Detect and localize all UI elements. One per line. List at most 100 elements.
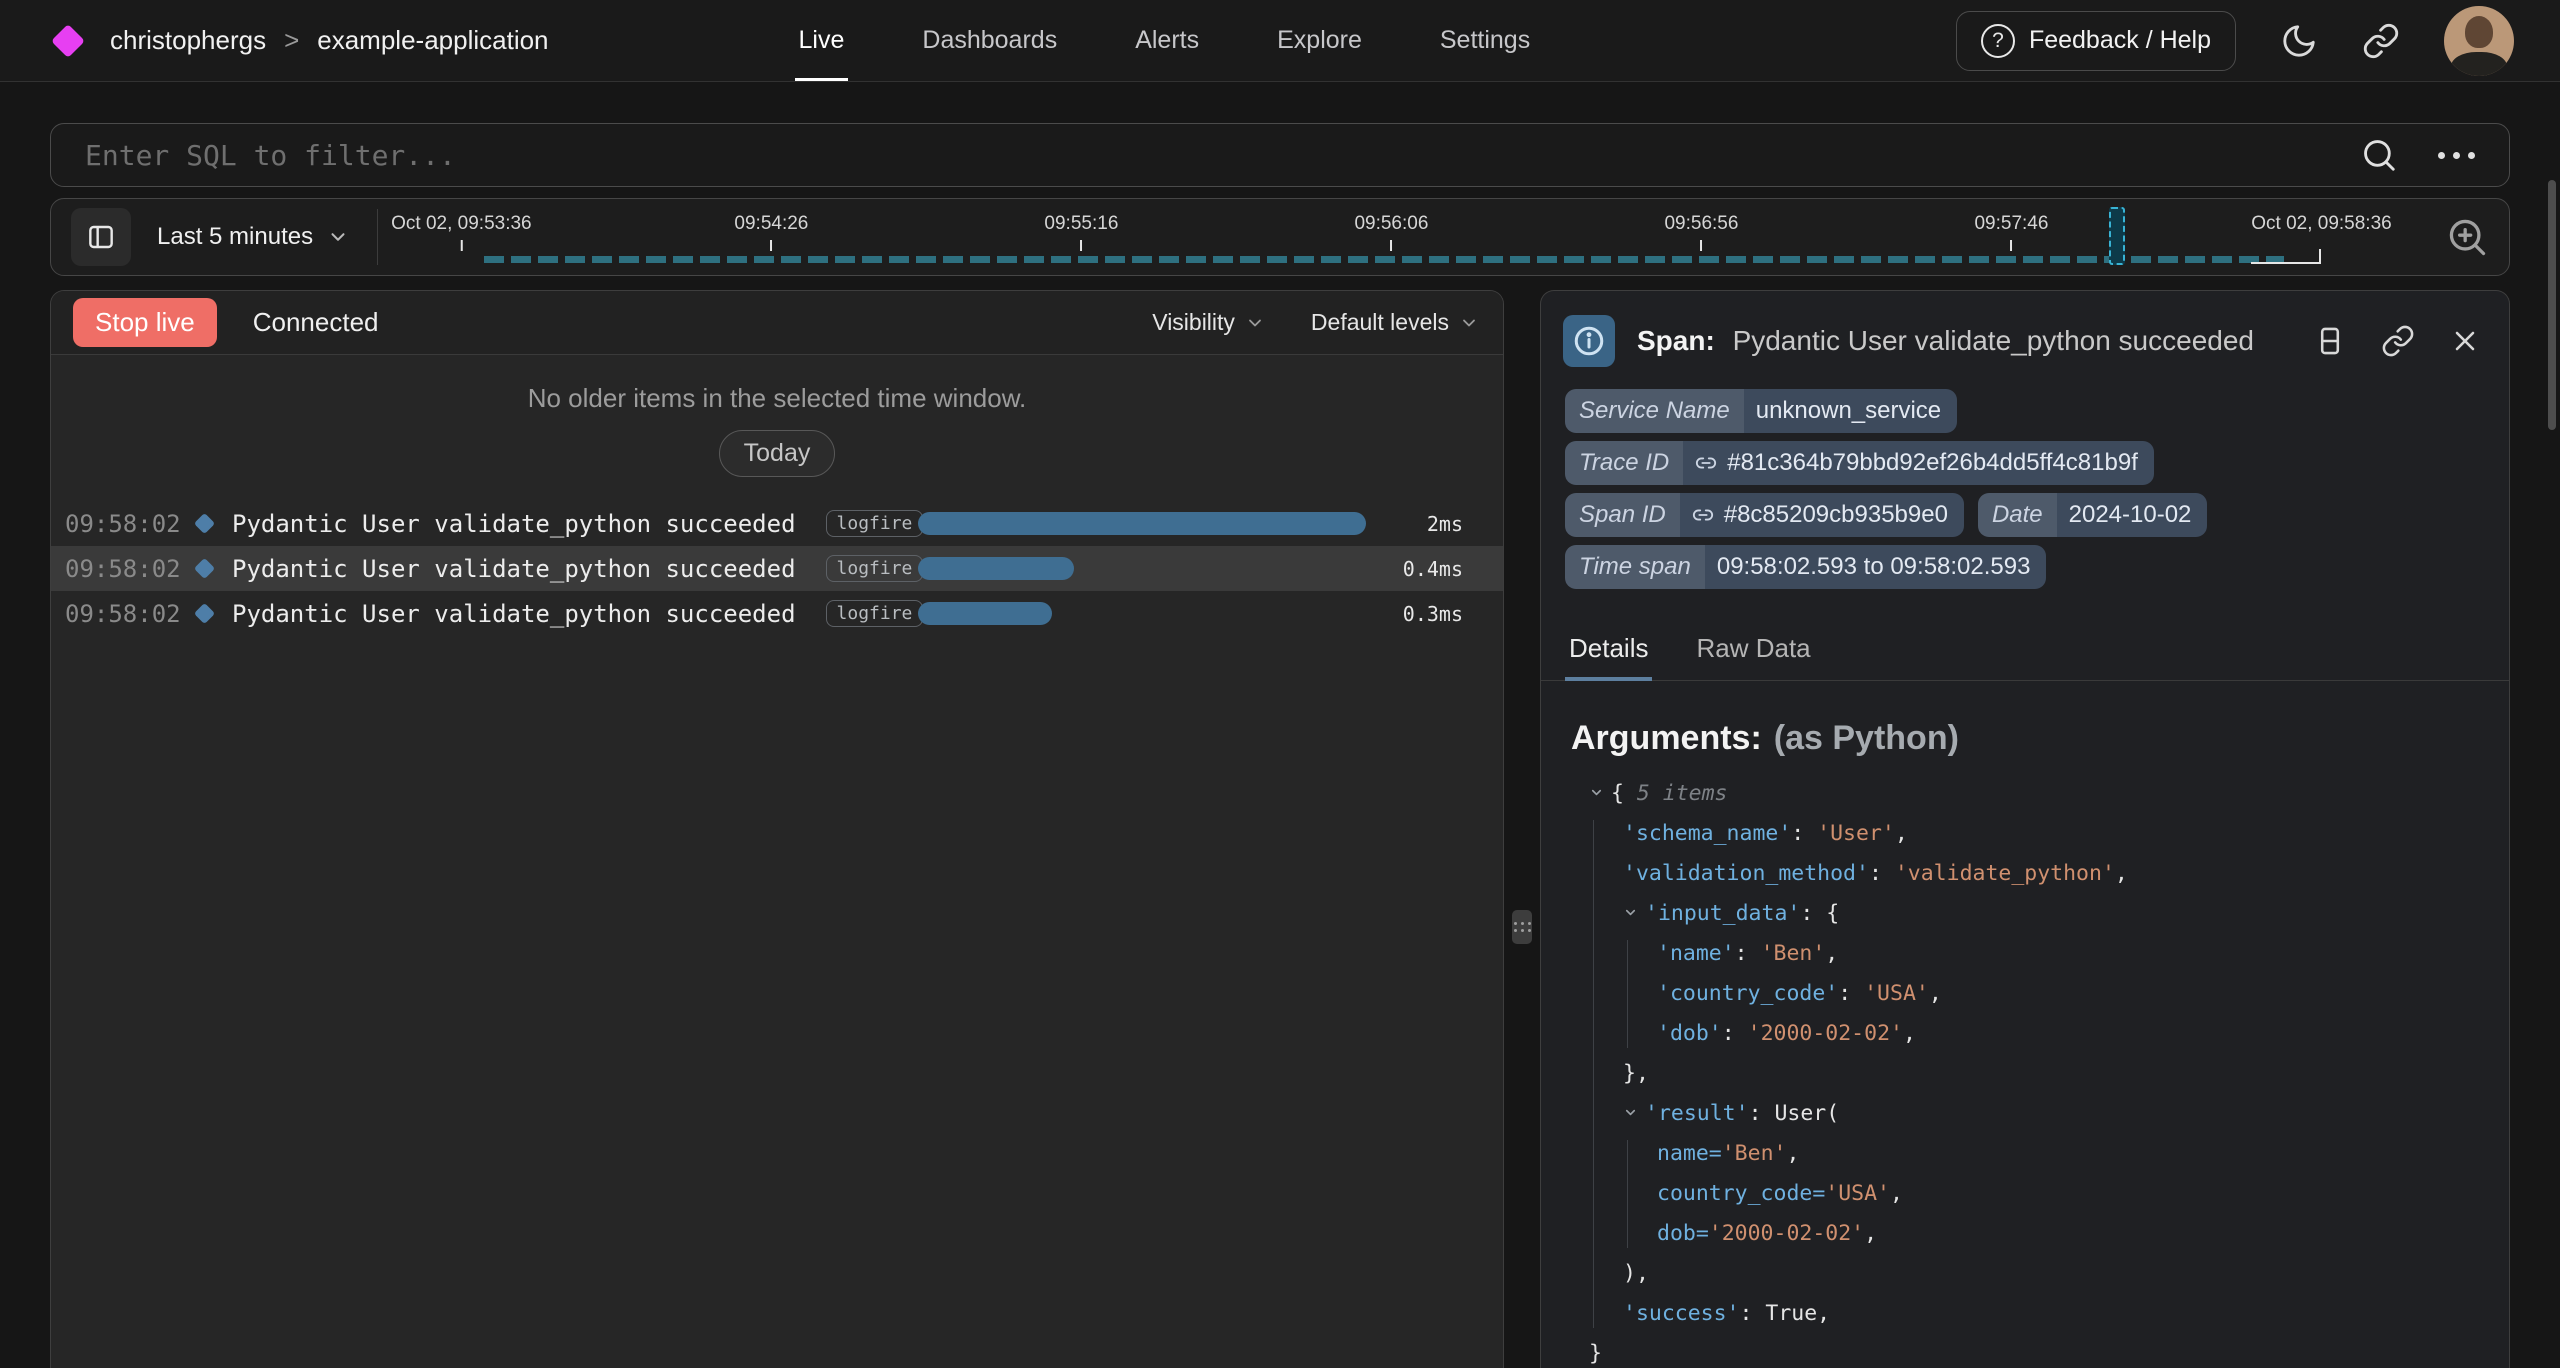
trace-row[interactable]: 09:58:02Pydantic User validate_python su…	[51, 591, 1503, 636]
code-token: country_code=	[1657, 1181, 1825, 1206]
timeline-tick-mark	[1080, 240, 1082, 251]
nav-right-cluster: ? Feedback / Help	[1956, 6, 2514, 76]
breadcrumb-separator: >	[284, 25, 299, 56]
timeline-tick-label: 09:54:26	[734, 213, 808, 235]
live-panel-header: Stop live Connected Visibility Default l…	[51, 291, 1503, 355]
dark-mode-moon-icon[interactable]	[2280, 22, 2318, 60]
badge-label: Trace ID	[1565, 441, 1683, 485]
close-icon[interactable]	[2449, 325, 2481, 357]
code-token: User(	[1774, 1101, 1839, 1126]
split-view-icon[interactable]	[2313, 324, 2347, 358]
detail-tab-raw-data[interactable]: Raw Data	[1692, 623, 1814, 680]
trace-message: Pydantic User validate_python succeeded	[232, 600, 796, 628]
indent-guide	[1627, 1140, 1628, 1248]
panel-resize-grip-icon[interactable]	[1512, 910, 1532, 944]
trace-timestamp: 09:58:02	[65, 510, 195, 538]
code-token: '2000-02-02'	[1709, 1221, 1864, 1246]
code-token: 'User'	[1817, 821, 1895, 846]
logfire-tag[interactable]: logfire	[826, 600, 924, 627]
logfire-tag[interactable]: logfire	[826, 510, 924, 537]
code-line: country_code='USA',	[1571, 1174, 2479, 1214]
code-token: :	[1749, 1101, 1775, 1126]
badge-value: unknown_service	[1744, 389, 1957, 433]
badge-label: Service Name	[1565, 389, 1744, 433]
badge-value-text: unknown_service	[1756, 397, 1941, 425]
code-token: :	[1838, 981, 1864, 1006]
badge-span-id: Span ID#8c85209cb935b9e0	[1565, 493, 1964, 537]
page-scrollbar[interactable]	[2548, 180, 2556, 430]
search-icon[interactable]	[2360, 136, 2398, 174]
timeline-tick-mark	[460, 240, 462, 251]
code-token: ,	[1895, 821, 1908, 846]
code-token: 'USA'	[1864, 981, 1929, 1006]
trace-row[interactable]: 09:58:02Pydantic User validate_python su…	[51, 546, 1503, 591]
timeline-bar: Last 5 minutes Oct 02, 09:53:3609:54:260…	[50, 198, 2510, 276]
detail-tabs: Details Raw Data	[1541, 623, 2509, 681]
default-levels-label: Default levels	[1311, 309, 1449, 336]
timeline-area[interactable]: Oct 02, 09:53:3609:54:2609:55:1609:56:06…	[390, 199, 2427, 275]
breadcrumb-org[interactable]: christophergs	[110, 25, 266, 56]
timeline-tick: Oct 02, 09:58:36	[2251, 213, 2392, 251]
code-token: dob=	[1657, 1221, 1709, 1246]
breadcrumb-project[interactable]: example-application	[317, 25, 548, 56]
user-avatar[interactable]	[2444, 6, 2514, 76]
logfire-logo-icon[interactable]	[51, 24, 85, 58]
trace-row[interactable]: 09:58:02 Pydantic User validate_python su…	[51, 501, 1503, 546]
badge-date: Date2024-10-02	[1978, 493, 2207, 537]
code-line: ),	[1571, 1254, 2479, 1294]
code-token: ),	[1623, 1261, 1649, 1286]
duration-label: 0.3ms	[1403, 602, 1463, 626]
tab-explore[interactable]: Explore	[1277, 0, 1362, 81]
badge-trace-id: Trace ID#81c364b79bbd92ef26b4dd5ff4c81b9…	[1565, 441, 2154, 485]
timeline-tick: 09:57:46	[1974, 213, 2048, 251]
code-token: 'country_code'	[1657, 981, 1838, 1006]
code-token: 'name'	[1657, 941, 1735, 966]
code-line: }	[1571, 1334, 2479, 1368]
sql-filter-input[interactable]	[85, 139, 2360, 172]
collapse-chevron-icon[interactable]	[1623, 1105, 1645, 1120]
today-button[interactable]: Today	[719, 430, 836, 477]
tab-alerts[interactable]: Alerts	[1135, 0, 1199, 81]
collapse-chevron-icon[interactable]	[1589, 785, 1611, 800]
span-title: Span: Pydantic User validate_python succ…	[1637, 325, 2254, 357]
today-button-wrap: Today	[51, 430, 1503, 477]
link-icon	[1695, 452, 1717, 474]
default-levels-dropdown[interactable]: Default levels	[1311, 309, 1479, 336]
badge-value: 2024-10-02	[2057, 493, 2208, 537]
arguments-heading: Arguments:(as Python)	[1571, 719, 2479, 758]
arguments-code[interactable]: { 5 items'schema_name': 'User','validati…	[1571, 774, 2479, 1368]
duration-bar	[918, 512, 1366, 535]
code-token: ,	[2115, 861, 2128, 886]
tab-settings[interactable]: Settings	[1440, 0, 1530, 81]
panel-gap	[1504, 290, 1540, 1368]
time-range-dropdown[interactable]: Last 5 minutes	[157, 223, 349, 251]
trace-message: Pydantic User validate_python succeeded	[232, 510, 796, 538]
tab-live[interactable]: Live	[799, 0, 845, 81]
code-token: 'validation_method'	[1623, 861, 1869, 886]
code-line: },	[1571, 1054, 2479, 1094]
copy-link-icon[interactable]	[2381, 324, 2415, 358]
code-token: },	[1623, 1061, 1649, 1086]
code-token: :	[1735, 941, 1761, 966]
code-token: ,	[1786, 1141, 1799, 1166]
code-token: 'dob'	[1657, 1021, 1722, 1046]
more-options-icon[interactable]	[2438, 152, 2475, 159]
visibility-dropdown[interactable]: Visibility	[1152, 309, 1265, 336]
trace-list: 09:58:02 Pydantic User validate_python su…	[51, 501, 1503, 636]
detail-tab-details[interactable]: Details	[1565, 623, 1652, 680]
zoom-in-icon[interactable]	[2445, 215, 2489, 259]
feedback-help-button[interactable]: ? Feedback / Help	[1956, 11, 2236, 71]
stop-live-button[interactable]: Stop live	[73, 298, 217, 347]
chevron-down-icon	[327, 226, 349, 248]
logfire-tag[interactable]: logfire	[826, 555, 924, 582]
timeline-tick-mark	[770, 240, 772, 251]
link-icon	[1692, 504, 1714, 526]
duration-bar	[918, 557, 1074, 580]
collapse-chevron-icon[interactable]	[1623, 905, 1645, 920]
span-diamond-icon	[194, 603, 215, 624]
share-link-icon[interactable]	[2362, 22, 2400, 60]
tab-dashboards[interactable]: Dashboards	[922, 0, 1057, 81]
code-line: 'schema_name': 'User',	[1571, 814, 2479, 854]
span-diamond-icon	[194, 558, 215, 579]
sidebar-toggle-icon[interactable]	[71, 208, 131, 266]
